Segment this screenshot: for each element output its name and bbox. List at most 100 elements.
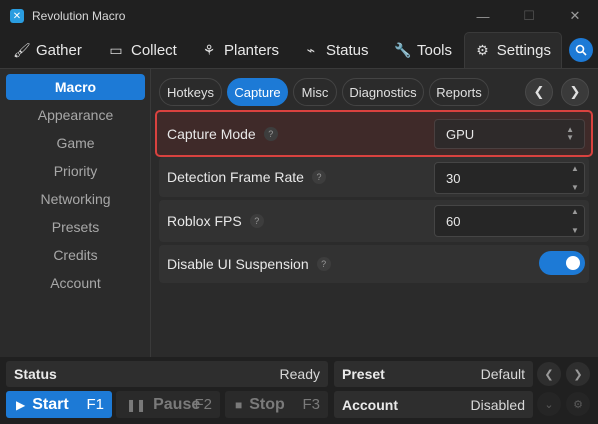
start-label: Start [32,395,69,413]
disable-ui-suspension-row: Disable UI Suspension ? [159,245,589,283]
start-hotkey: F1 [86,396,104,413]
preset-prev-button[interactable]: ❮ [537,362,561,386]
subtab-capture[interactable]: Capture [227,78,288,106]
chevron-up-icon[interactable]: ▲ [571,207,579,216]
tab-tools[interactable]: 🔧 Tools [384,32,462,68]
roblox-fps-input[interactable]: 60 ▲ ▼ [434,205,585,237]
detection-frame-rate-input[interactable]: 30 ▲ ▼ [434,162,585,194]
status-box: Status Ready [6,361,328,387]
roblox-fps-label: Roblox FPS [167,213,242,229]
disable-ui-suspension-toggle[interactable] [539,251,585,275]
tab-label: Status [326,41,369,59]
subtab-reports[interactable]: Reports [429,78,489,106]
help-icon[interactable]: ? [263,126,278,141]
spinner[interactable]: ▲ ▼ [568,207,582,235]
start-button[interactable]: ▶ Start F1 [6,391,112,418]
tab-settings[interactable]: ⚙ Settings [464,32,562,68]
sidebar-item-credits[interactable]: Credits [6,242,145,268]
preset-label: Preset [342,366,385,382]
help-icon[interactable]: ? [311,170,326,184]
spinner[interactable]: ▲ ▼ [568,164,582,192]
wrench-icon: 🔧 [394,41,412,58]
brush-icon: 🖌 [13,41,31,58]
pulse-icon: ⌁ [306,41,316,58]
stop-icon: ■ [235,397,243,412]
detection-frame-rate-value: 30 [446,170,461,186]
tab-label: Tools [417,41,453,59]
tab-label: Settings [496,42,551,59]
minimize-icon: — [476,8,490,24]
chevron-left-icon: ❮ [533,84,545,99]
window-title: Revolution Macro [32,9,126,23]
toggle-knob [566,256,580,270]
disable-ui-suspension-label: Disable UI Suspension [167,256,309,272]
chevron-down-icon[interactable]: ▼ [571,226,579,235]
sidebar-item-macro[interactable]: Macro [6,74,145,100]
status-label: Status [14,366,57,382]
main-nav: 🖌 Gather ▭ Collect ⚘ Planters ⌁ Status 🔧… [0,32,598,68]
pause-label: Pause [153,395,201,413]
preset-value: Default [480,366,525,382]
chevron-up-icon[interactable]: ▲ [571,164,579,173]
preset-next-button[interactable]: ❯ [566,362,590,386]
sidebar-item-account[interactable]: Account [6,270,145,296]
pause-button[interactable]: ❚❚ Pause F2 [116,391,220,418]
revolution-logo-icon: ✕ [10,9,24,23]
gear-icon: ⚙ [573,398,583,411]
account-label: Account [342,396,398,413]
close-button[interactable]: ✕ [552,0,598,32]
tab-label: Gather [36,41,82,59]
account-settings-button[interactable]: ⚙ [566,392,590,416]
chevron-updown-icon: ▲ ▼ [566,125,574,142]
subtab-diagnostics[interactable]: Diagnostics [342,78,424,106]
chevron-down-icon: ⌄ [544,398,554,411]
pause-hotkey: F2 [194,396,212,413]
preset-box[interactable]: Preset Default [334,361,533,387]
stop-label: Stop [249,395,285,413]
chevron-right-icon: ❯ [573,368,583,381]
tab-label: Collect [131,41,177,59]
sidebar-item-priority[interactable]: Priority [6,158,145,184]
help-icon[interactable]: ? [316,257,331,271]
stop-button[interactable]: ■ Stop F3 [225,391,328,418]
play-icon: ▶ [16,397,26,412]
tab-planters[interactable]: ⚘ Planters [191,32,289,68]
close-icon: ✕ [569,8,581,23]
account-value: Disabled [470,396,525,413]
account-dropdown-button[interactable]: ⌄ [537,392,561,416]
ticket-icon: ▭ [109,41,123,58]
stop-hotkey: F3 [302,396,320,413]
pause-icon: ❚❚ [126,397,147,412]
capture-mode-select[interactable]: GPU ▲ ▼ [434,119,585,149]
maximize-button[interactable]: ☐ [506,0,552,32]
tab-collect[interactable]: ▭ Collect [98,32,187,68]
subtab-prev-button[interactable]: ❮ [525,78,553,106]
account-box: Account Disabled [334,391,533,418]
minimize-button[interactable]: — [460,0,506,32]
search-icon [575,44,587,56]
tab-gather[interactable]: 🖌 Gather [3,32,92,68]
plant-icon: ⚘ [202,41,216,58]
sidebar-item-appearance[interactable]: Appearance [6,102,145,128]
search-button[interactable] [569,38,593,62]
gear-icon: ⚙ [476,42,489,58]
sidebar-divider [150,68,151,357]
help-icon[interactable]: ? [249,214,264,228]
tab-status[interactable]: ⌁ Status [293,32,379,68]
capture-mode-value: GPU [446,126,475,142]
roblox-fps-value: 60 [446,213,461,229]
chevron-down-icon[interactable]: ▼ [571,183,579,192]
detection-frame-rate-label: Detection Frame Rate [167,169,304,185]
chevron-left-icon: ❮ [544,368,554,381]
status-value: Ready [279,366,320,382]
chevron-right-icon: ❯ [569,84,581,99]
sidebar-item-game[interactable]: Game [6,130,145,156]
subtab-misc[interactable]: Misc [293,78,337,106]
sidebar-item-networking[interactable]: Networking [6,186,145,212]
subtab-next-button[interactable]: ❯ [561,78,589,106]
tab-label: Planters [224,41,280,59]
subtab-hotkeys[interactable]: Hotkeys [159,78,222,106]
maximize-icon: ☐ [523,8,535,23]
capture-mode-label: Capture Mode [167,125,256,142]
sidebar-item-presets[interactable]: Presets [6,214,145,240]
